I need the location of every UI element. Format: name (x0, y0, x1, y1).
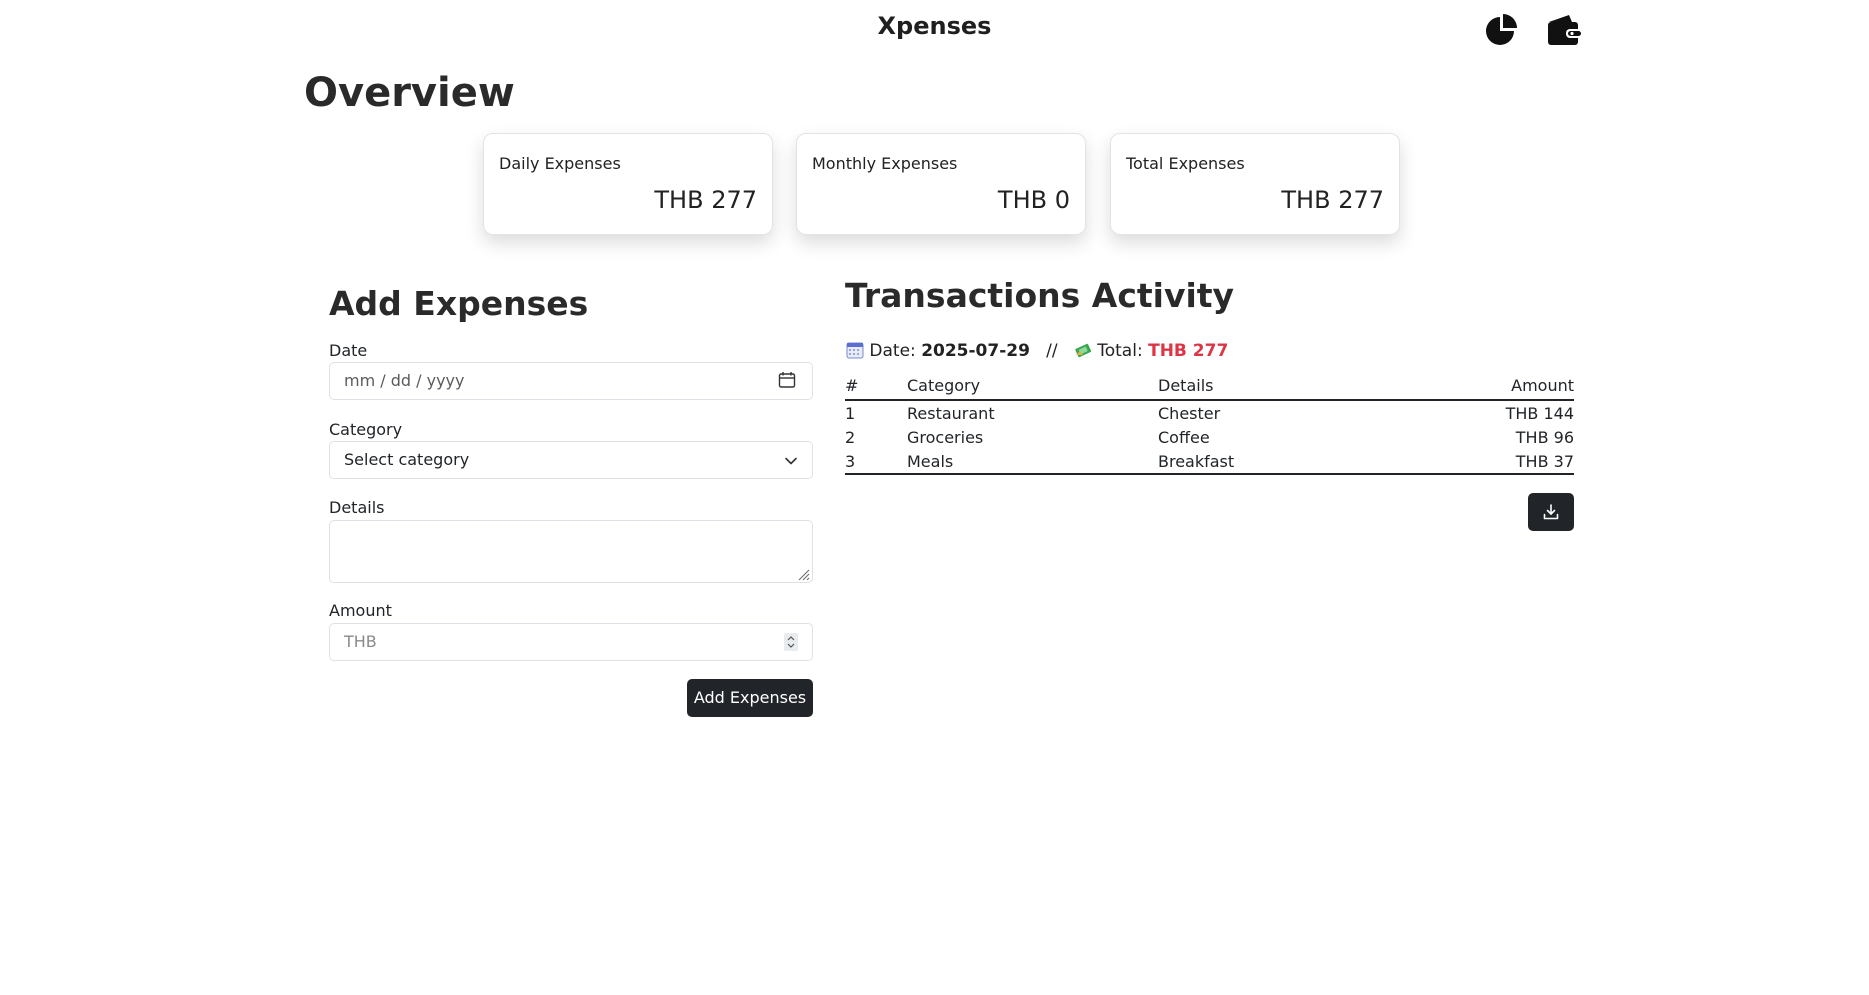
table-row: 2 Groceries Coffee THB 96 (845, 425, 1574, 449)
row-index: 2 (845, 427, 856, 447)
card-label: Daily Expenses (499, 154, 621, 173)
download-button[interactable] (1528, 493, 1574, 531)
summary-separator: // (1046, 341, 1058, 361)
money-emoji-icon (1074, 341, 1097, 361)
row-amount: THB 96 (1515, 427, 1574, 447)
details-textarea[interactable] (329, 520, 813, 583)
date-summary-label: Date: (869, 341, 916, 361)
card-label: Monthly Expenses (812, 154, 958, 173)
column-header-category: Category (907, 372, 1158, 401)
row-category: Restaurant (907, 403, 995, 423)
total-summary-label: Total: (1097, 341, 1143, 361)
spinner-icon[interactable] (782, 633, 800, 651)
table-row: 3 Meals Breakfast THB 37 (845, 449, 1574, 475)
monthly-expenses-card: Monthly Expenses THB 0 (796, 133, 1086, 235)
add-expenses-button[interactable]: Add Expenses (687, 679, 813, 717)
category-label: Category (329, 420, 403, 439)
table-row: 1 Restaurant Chester THB 144 (845, 400, 1574, 425)
date-label: Date (329, 341, 368, 360)
details-label: Details (329, 498, 385, 517)
app-title: Xpenses (877, 12, 992, 40)
card-label: Total Expenses (1126, 154, 1245, 173)
row-amount: THB 37 (1377, 449, 1574, 475)
add-expenses-title: Add Expenses (329, 284, 589, 323)
date-placeholder: mm / dd / yyyy (344, 371, 465, 390)
amount-input[interactable]: THB (329, 623, 813, 661)
transactions-title: Transactions Activity (845, 276, 1235, 315)
calendar-emoji-icon (846, 341, 869, 361)
page-title: Overview (304, 70, 515, 116)
date-summary-value: 2025-07-29 (921, 341, 1030, 361)
row-details: Chester (1158, 403, 1221, 423)
calendar-icon[interactable] (778, 371, 796, 389)
card-value: THB 277 (654, 186, 757, 214)
transactions-table: # Category Details Amount 1 Restaurant C… (845, 372, 1574, 475)
card-value: THB 277 (1281, 186, 1384, 214)
amount-label: Amount (329, 601, 392, 620)
daily-expenses-card: Daily Expenses THB 277 (483, 133, 773, 235)
total-summary-value: THB 277 (1148, 341, 1229, 361)
total-expenses-card: Total Expenses THB 277 (1110, 133, 1400, 235)
pie-chart-icon[interactable] (1483, 12, 1519, 48)
transactions-summary: Date: 2025-07-29 // Total: THB 277 (846, 341, 1228, 361)
row-category: Meals (907, 449, 1158, 475)
row-index: 1 (845, 403, 856, 423)
download-icon (1543, 504, 1559, 520)
date-input[interactable]: mm / dd / yyyy (329, 362, 813, 400)
card-value: THB 0 (997, 186, 1070, 214)
column-header-index: # (845, 372, 907, 401)
category-selected: Select category (344, 450, 470, 469)
column-header-amount: Amount (1377, 372, 1574, 401)
column-header-details: Details (1158, 372, 1378, 401)
chevron-down-icon (782, 452, 800, 470)
amount-placeholder: THB (344, 632, 377, 651)
row-details: Breakfast (1158, 449, 1378, 475)
category-select[interactable]: Select category (329, 441, 813, 479)
row-category: Groceries (907, 427, 984, 447)
resize-handle-icon[interactable] (796, 566, 810, 581)
row-amount: THB 144 (1505, 403, 1574, 423)
wallet-icon[interactable] (1545, 12, 1581, 48)
row-details: Coffee (1158, 427, 1210, 447)
row-index: 3 (845, 449, 907, 475)
table-header-row: # Category Details Amount (845, 372, 1574, 401)
